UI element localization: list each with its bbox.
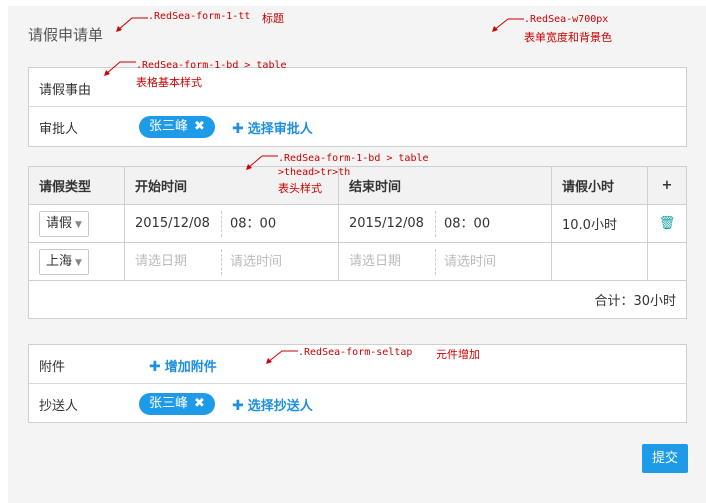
annotation-arrow	[104, 61, 136, 76]
approver-tag[interactable]: 张三峰 ✖	[139, 116, 215, 138]
hours-cell: 10.0小时	[551, 204, 648, 243]
type-cell: 上海 ▼	[28, 242, 125, 281]
leave-type-select[interactable]: 请假 ▼	[39, 210, 89, 237]
end-date-input[interactable]: 请选日期	[349, 250, 431, 269]
chevron-down-icon: ▼	[75, 257, 82, 268]
leave-type-value: 请假	[46, 215, 73, 231]
select-cc-label: 选择抄送人	[247, 399, 313, 414]
header-end: 结束时间	[338, 166, 552, 205]
page-title: 请假申请单	[28, 26, 104, 44]
plus-icon: ✚	[232, 398, 244, 414]
total-text: 合计：30小时	[28, 280, 687, 319]
close-icon[interactable]: ✖	[194, 396, 205, 411]
total-row: 合计：30小时	[28, 280, 687, 319]
annotation-thead-path: >thead>tr>th	[278, 167, 351, 178]
hours-cell	[551, 242, 648, 281]
table-row: 上海 ▼ 请选日期 请选时间 请选日期 请选时间	[28, 242, 687, 281]
annotation-arrow	[266, 350, 298, 364]
annotation-table-note: 表格基本样式	[136, 76, 202, 89]
leave-type-select[interactable]: 上海 ▼	[39, 248, 89, 275]
cc-row: 抄送人 张三峰 ✖ ✚ 选择抄送人	[29, 384, 686, 423]
attach-label: 附件	[39, 360, 66, 375]
approver-label: 审批人	[39, 122, 79, 137]
cc-label: 抄送人	[39, 399, 79, 414]
annotation-title-class: .RedSea-form-1-tt	[148, 11, 251, 22]
select-approver-link[interactable]: ✚ 选择审批人	[232, 118, 313, 137]
empty-cell	[647, 242, 687, 281]
cc-tag[interactable]: 张三峰 ✖	[139, 393, 215, 415]
info-section: 请假事由 审批人 张三峰 ✖ ✚ 选择审批人	[28, 67, 687, 147]
annotation-thead-class: .RedSea-form-1-bd > table	[278, 153, 429, 164]
type-cell: 请假 ▼	[28, 204, 125, 243]
approver-tag-label: 张三峰	[149, 119, 189, 134]
annotation-table-class: .RedSea-form-1-bd > table	[136, 60, 287, 71]
end-time[interactable]: 08：00	[444, 216, 490, 231]
header-type: 请假类型	[28, 166, 125, 205]
annotation-width-note: 表单宽度和背景色	[524, 31, 612, 44]
plus-icon: ✚	[232, 121, 244, 137]
chevron-down-icon: ▼	[75, 219, 82, 230]
cc-tag-label: 张三峰	[149, 396, 189, 411]
annotation-thead-note: 表头样式	[278, 182, 322, 195]
divider	[435, 248, 436, 275]
select-approver-label: 选择审批人	[247, 122, 313, 137]
annotation-arrow	[492, 18, 524, 32]
start-date[interactable]: 2015/12/08	[135, 216, 217, 231]
trash-icon[interactable]: 🗑	[647, 204, 687, 243]
close-icon[interactable]: ✖	[194, 119, 205, 134]
annotation-width-class: .RedSea-w700px	[524, 14, 609, 25]
start-date-input[interactable]: 请选日期	[135, 250, 217, 269]
annotation-arrow	[116, 17, 148, 32]
start-cell: 请选日期 请选时间	[124, 242, 339, 281]
divider	[435, 210, 436, 237]
divider	[221, 248, 222, 275]
end-time-input[interactable]: 请选时间	[444, 254, 496, 269]
table-row: 请假 ▼ 2015/12/08 08：00 2015/12/08 08：00 10.0…	[28, 204, 687, 243]
add-row-icon[interactable]: +	[647, 166, 687, 205]
add-attachment-link[interactable]: ✚ 增加附件	[149, 356, 217, 375]
start-cell: 2015/12/08 08：00	[124, 204, 339, 243]
start-time[interactable]: 08：00	[230, 216, 276, 231]
end-cell: 请选日期 请选时间	[338, 242, 552, 281]
start-time-input[interactable]: 请选时间	[230, 254, 282, 269]
plus-icon: ✚	[149, 359, 161, 375]
leave-table: 请假类型 开始时间 结束时间 请假小时 + 请假 ▼ 2015/12/08 08：0…	[28, 166, 687, 319]
annotation-seltap-class: .RedSea-form-seltap	[298, 347, 413, 358]
divider	[221, 210, 222, 237]
header-hours: 请假小时	[551, 166, 648, 205]
annotation-seltap-note: 元件增加	[436, 348, 480, 361]
annotation-arrow	[246, 155, 278, 170]
submit-button[interactable]: 提交	[642, 444, 688, 473]
reason-label: 请假事由	[39, 83, 92, 98]
select-cc-link[interactable]: ✚ 选择抄送人	[232, 395, 313, 414]
approver-row: 审批人 张三峰 ✖ ✚ 选择审批人	[29, 107, 686, 146]
annotation-title-note: 标题	[262, 12, 284, 25]
table-header-row: 请假类型 开始时间 结束时间 请假小时 +	[28, 166, 687, 205]
add-attachment-label: 增加附件	[164, 360, 217, 375]
end-date[interactable]: 2015/12/08	[349, 216, 431, 231]
end-cell: 2015/12/08 08：00	[338, 204, 552, 243]
leave-type-value: 上海	[46, 253, 73, 269]
